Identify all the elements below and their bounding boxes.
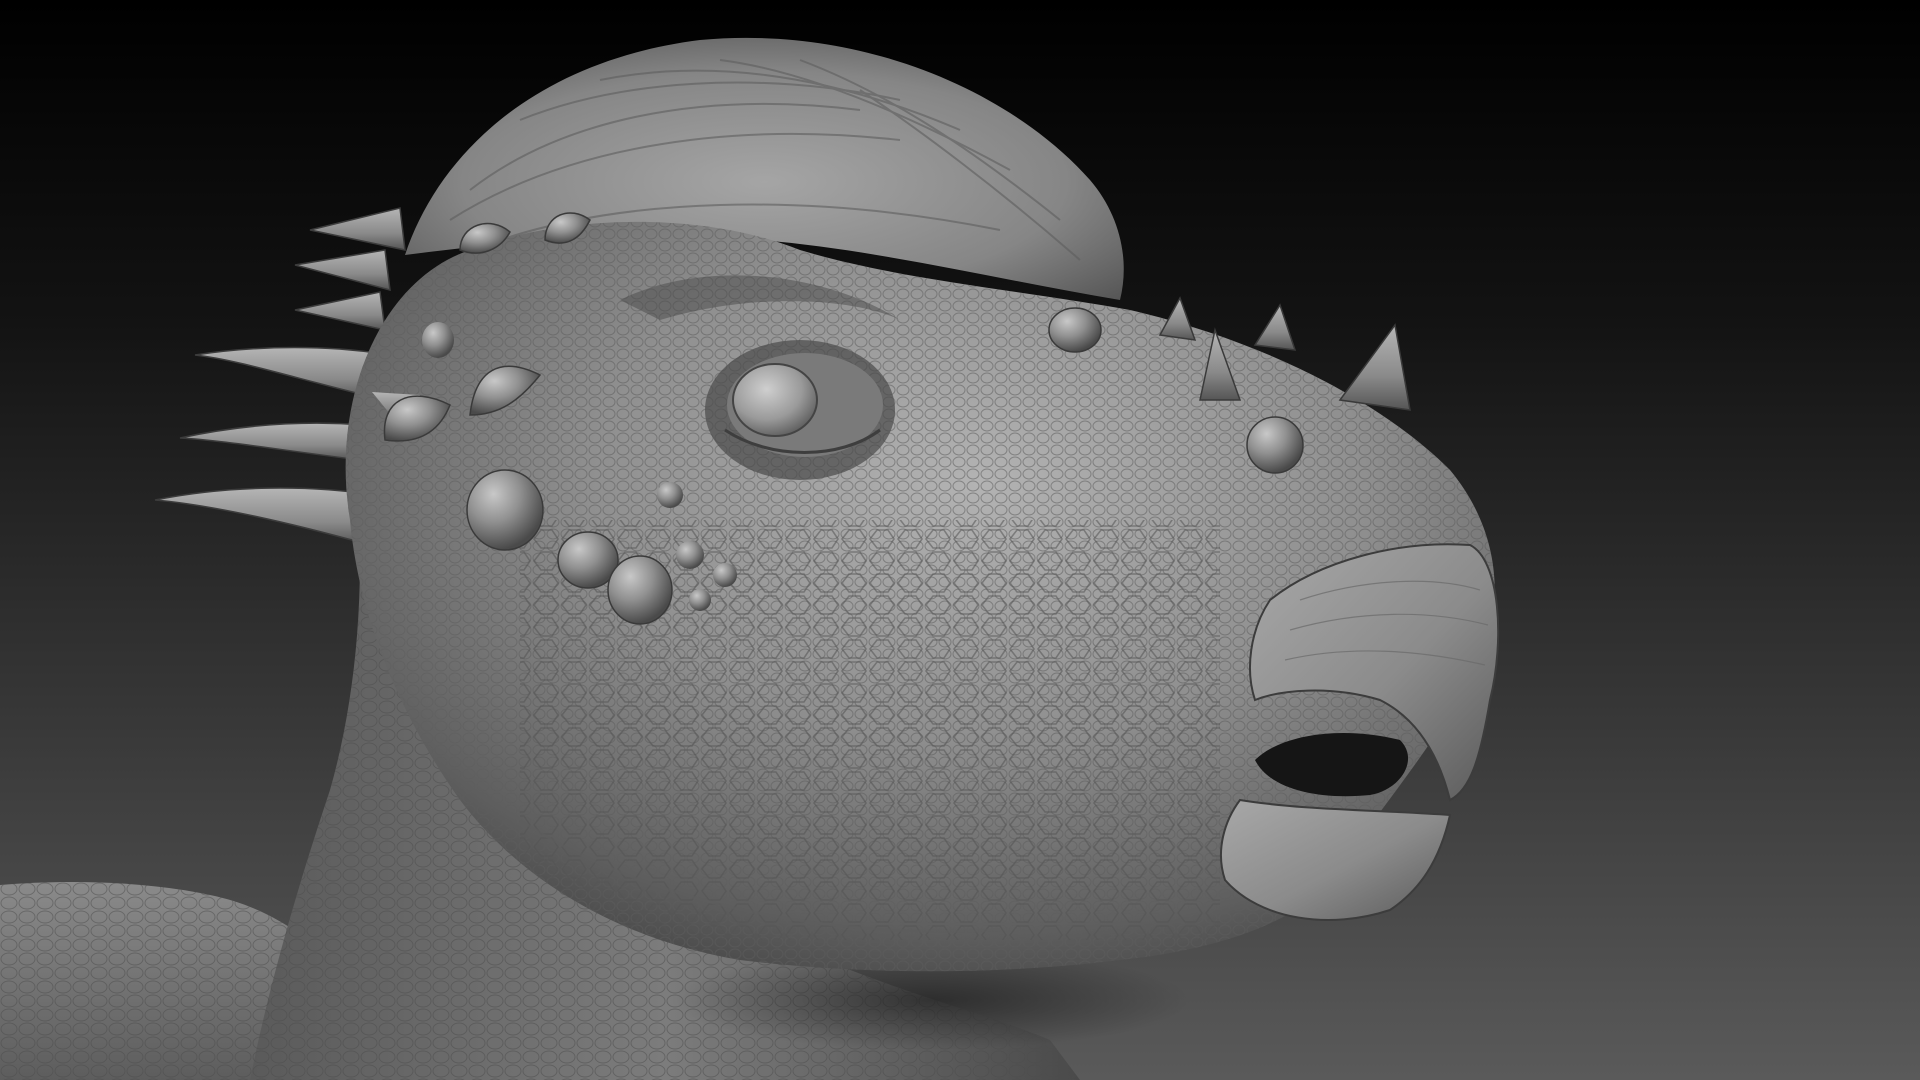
- eye: [732, 363, 818, 437]
- sculpt-render: [0, 0, 1920, 1080]
- render-viewport: [0, 0, 1920, 1080]
